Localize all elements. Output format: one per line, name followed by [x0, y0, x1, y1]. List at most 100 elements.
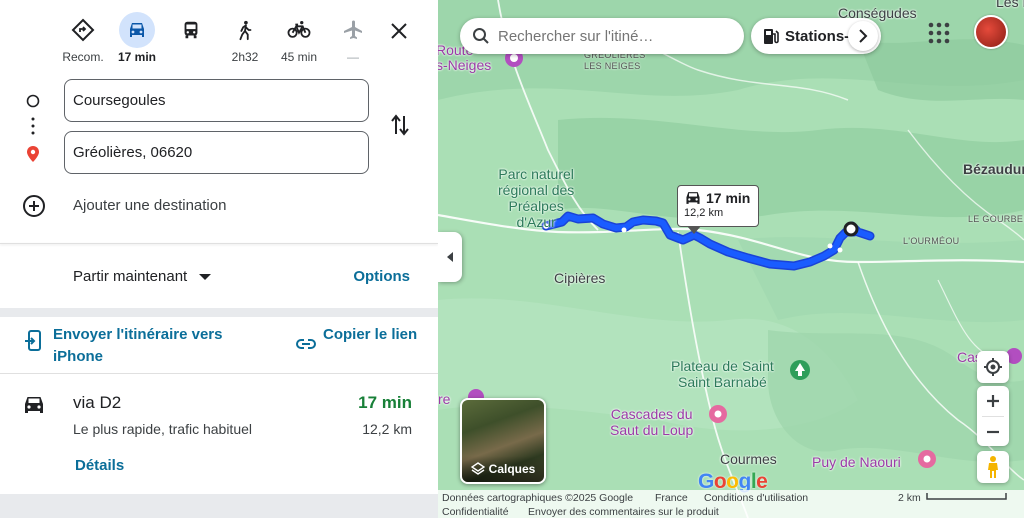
walk-icon [227, 12, 263, 48]
car-icon [686, 192, 700, 204]
callout-duration: 17 min [706, 190, 751, 206]
route-description: Le plus rapide, trafic habituel [73, 421, 252, 437]
map-label-courmes: Courmes [720, 451, 777, 467]
chips-next-button[interactable] [848, 21, 878, 51]
minus-icon [987, 430, 999, 433]
bus-icon [173, 12, 209, 48]
caret-left-icon [447, 252, 453, 262]
mode-car[interactable]: 17 min [111, 12, 163, 64]
map-label-neiges: s-Neiges [438, 57, 492, 73]
close-icon [391, 23, 407, 39]
origin-input[interactable] [64, 79, 369, 122]
map-label-edge: re [438, 391, 451, 407]
privacy-link[interactable]: Confidentialité [442, 506, 509, 518]
plus-icon [987, 395, 999, 407]
send-to-phone-label: Envoyer l'itinéraire vers iPhone [53, 326, 223, 365]
layers-label: Calques [488, 462, 536, 476]
plane-icon [335, 12, 371, 48]
travel-mode-bar: Recom. 17 min 2h32 45 min — [0, 0, 438, 66]
caret-down-icon [199, 273, 212, 280]
directions-diamond-icon [65, 12, 101, 48]
callout-distance: 12,2 km [684, 207, 724, 219]
country-link[interactable]: France [655, 492, 688, 504]
mode-bike[interactable]: 45 min [273, 12, 325, 64]
mode-flight[interactable]: — [327, 12, 379, 64]
street-view-pegman[interactable] [977, 451, 1009, 483]
options-button[interactable]: Options [353, 268, 410, 285]
origin-circle-icon [26, 94, 40, 108]
swap-waypoints-button[interactable] [387, 112, 413, 138]
map-label-parc: Parc naturel régional des Préalpes d'Azu… [498, 166, 575, 230]
map-label-gourbel: LE GOURBEL [968, 214, 1024, 224]
map-label-plateau: Plateau de Saint Saint Barnabé [671, 358, 774, 390]
bike-icon [281, 12, 317, 48]
terms-link[interactable]: Conditions d'utilisation [704, 492, 808, 504]
pegman-icon [988, 456, 998, 478]
details-button[interactable]: Détails [75, 457, 124, 474]
route-duration: 17 min [358, 393, 412, 412]
my-location-icon [984, 358, 1002, 376]
link-icon [296, 339, 316, 349]
map-search-input[interactable] [498, 27, 728, 45]
map-label-cascades: Cascades du Saut du Loup [610, 406, 694, 438]
mode-label: — [347, 50, 359, 64]
section-separator [0, 308, 438, 317]
route-name: via D2 [73, 393, 122, 412]
zoom-controls [977, 386, 1009, 446]
feedback-link[interactable]: Envoyer des commentaires sur le produit [528, 506, 719, 518]
mode-walk[interactable]: 2h32 [219, 12, 271, 64]
callout-pointer [687, 226, 701, 234]
route-callout[interactable]: 17 min 12,2 km [677, 185, 759, 227]
depart-time-dropdown[interactable]: Partir maintenant [73, 268, 212, 285]
map-search-box[interactable] [460, 18, 744, 54]
layers-icon [470, 462, 485, 475]
mode-label: 17 min [117, 50, 156, 64]
apps-grid-icon [928, 22, 950, 44]
route-option[interactable]: via D2 Le plus rapide, trafic habituel 1… [0, 380, 438, 488]
map-label-les-neiges: LES NEIGES [584, 61, 641, 71]
add-destination-button[interactable]: Ajouter une destination [0, 188, 438, 224]
google-apps-button[interactable] [926, 20, 952, 46]
mode-label: 45 min [280, 50, 318, 64]
add-circle-icon [23, 195, 45, 217]
chevron-right-icon [859, 29, 868, 43]
mode-label: Recom. [62, 50, 104, 64]
map-label-les-f: Les F [996, 0, 1024, 10]
gas-station-icon [764, 29, 779, 44]
mode-recommended[interactable]: Recom. [57, 12, 109, 64]
layers-button[interactable]: Calques [460, 398, 546, 484]
destination-pin-icon [27, 146, 39, 162]
destination-input[interactable] [64, 131, 369, 174]
search-icon [473, 28, 489, 44]
my-location-button[interactable] [977, 351, 1009, 383]
mode-transit[interactable] [165, 12, 217, 64]
scale-bar [926, 493, 1007, 500]
map-label-cipieres: Cipières [554, 270, 606, 286]
car-icon [119, 12, 155, 48]
map-label-puy-naouri: Puy de Naouri [812, 454, 901, 470]
map-label-bezaudun: Bézaudur [963, 161, 1024, 177]
collapse-panel-button[interactable] [438, 232, 462, 282]
route-distance: 12,2 km [362, 421, 412, 437]
divider [0, 373, 438, 374]
swap-arrows-icon [391, 114, 409, 136]
send-to-device-icon [25, 330, 41, 351]
map-data-credit: Données cartographiques ©2025 Google [442, 492, 634, 504]
mode-label: 2h32 [231, 50, 259, 64]
chip-label: Stations- [785, 27, 850, 45]
route-dots-icon [31, 117, 35, 135]
copy-link-label: Copier le lien [323, 326, 418, 343]
zoom-in-button[interactable] [977, 386, 1009, 416]
map-label-ourmeou: L'OURMÉOU [903, 236, 960, 246]
depart-label: Partir maintenant [73, 268, 188, 285]
close-directions-button[interactable] [384, 16, 414, 46]
account-avatar[interactable] [974, 15, 1008, 49]
section-separator [0, 494, 438, 518]
add-destination-label: Ajouter une destination [73, 197, 227, 214]
car-icon [25, 397, 43, 413]
map-view[interactable]: Conségudes Route s-Neiges GRÉOLIÈRES LES… [438, 0, 1024, 518]
directions-panel: Recom. 17 min 2h32 45 min — Coursegoules… [0, 0, 438, 518]
scale-label: 2 km [898, 492, 921, 504]
zoom-out-button[interactable] [977, 417, 1009, 446]
divider [0, 243, 438, 244]
